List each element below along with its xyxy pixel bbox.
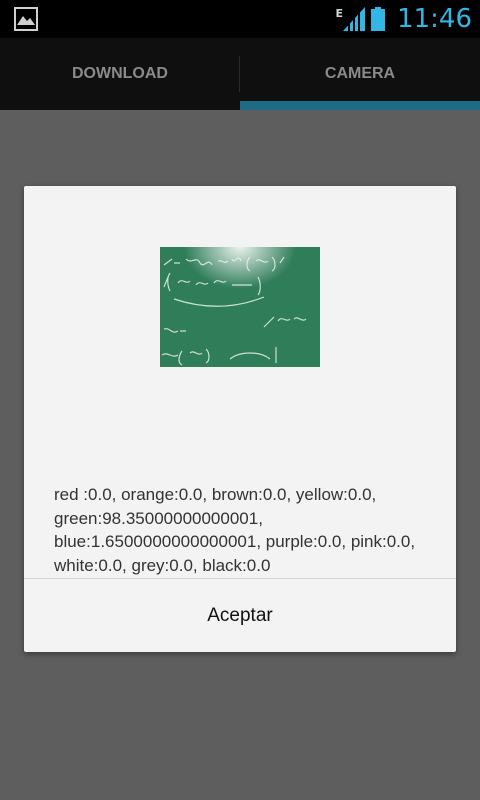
network-type-label: E: [335, 6, 344, 20]
selected-tab-indicator: [240, 101, 480, 110]
gallery-notification-icon: [14, 7, 38, 31]
color-analysis-message: red :0.0, orange:0.0, brown:0.0, yellow:…: [54, 485, 416, 575]
clock: 11:46: [397, 4, 472, 34]
captured-photo-image: [160, 247, 320, 367]
signal-icon: [343, 7, 366, 31]
tab-bar: DOWNLOAD CAMERA: [0, 38, 480, 110]
result-dialog: red :0.0, orange:0.0, brown:0.0, yellow:…: [24, 186, 456, 652]
status-icons: E 11:46: [336, 0, 472, 38]
battery-icon: [371, 7, 386, 31]
tab-camera[interactable]: CAMERA: [240, 38, 480, 110]
aceptar-button[interactable]: Aceptar: [24, 579, 456, 652]
status-bar: E 11:46: [0, 0, 480, 38]
tab-download[interactable]: DOWNLOAD: [0, 38, 240, 110]
